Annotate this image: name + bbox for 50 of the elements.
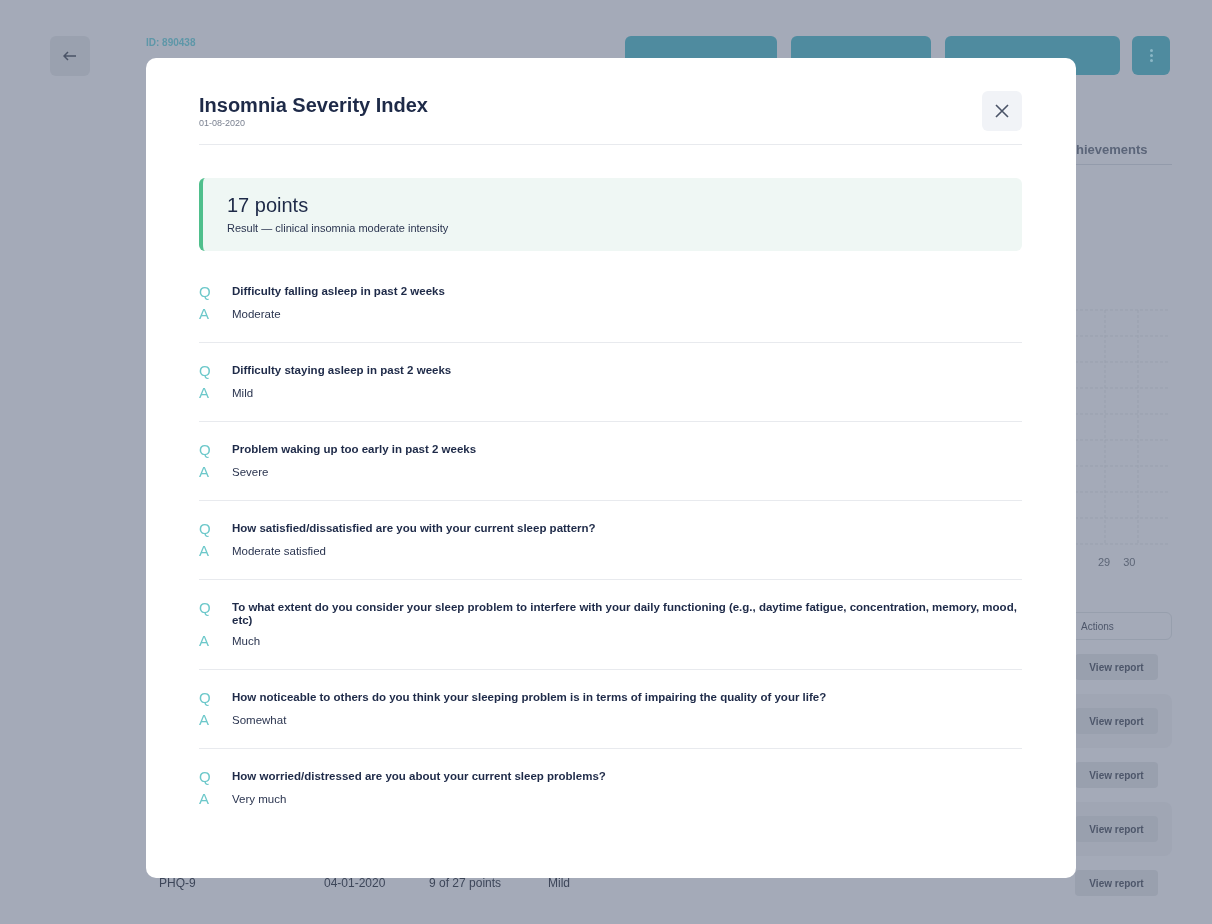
answer-marker: A xyxy=(199,791,210,807)
answer-text: Mild xyxy=(232,386,254,401)
view-report-button[interactable]: View report xyxy=(1075,708,1158,734)
answer-marker: A xyxy=(199,633,210,649)
question-marker: Q xyxy=(199,600,212,616)
question-marker: Q xyxy=(199,363,212,379)
view-report-button[interactable]: View report xyxy=(1075,654,1158,680)
axis-label: 29 xyxy=(1098,556,1111,568)
view-report-button[interactable]: View report xyxy=(1075,870,1158,896)
answer-text: Somewhat xyxy=(232,713,287,728)
question-text: How worried/distressed are you about your current sleep problems? xyxy=(232,770,606,783)
score-text: 17 points xyxy=(227,194,310,217)
question-text: How noticeable to others do you think your sleeping problem is in terms of impairing the quality of your life? xyxy=(232,691,827,704)
result-text: Result — clinical insomnia moderate intensity xyxy=(227,222,450,234)
answer-text: Very much xyxy=(232,792,287,807)
question-marker: Q xyxy=(199,769,212,785)
answer-marker: A xyxy=(199,464,210,480)
view-report-button[interactable]: View report xyxy=(1075,816,1158,842)
table-cell: Mild xyxy=(548,876,570,890)
answer-marker: A xyxy=(199,385,210,401)
close-icon xyxy=(995,104,1009,118)
question-marker: Q xyxy=(199,442,212,458)
answer-marker: A xyxy=(199,712,210,728)
table-cell-text: PHQ-9 xyxy=(159,876,197,890)
close-button[interactable] xyxy=(982,91,1022,131)
answer-text: Moderate satisfied xyxy=(232,544,326,559)
question-marker: Q xyxy=(199,690,212,706)
table-cell-text: 04-01-2020 xyxy=(324,876,387,890)
question-marker: Q xyxy=(199,521,212,537)
tab[interactable]: hievements xyxy=(1076,141,1148,157)
question-text: Problem waking up too early in past 2 weeks xyxy=(232,443,477,456)
kebab-menu-icon xyxy=(1149,49,1153,62)
patient-id: ID: 890438 xyxy=(146,37,197,48)
axis-label: 30 xyxy=(1123,556,1136,568)
answer-marker: A xyxy=(199,306,210,322)
modal-date: 01-08-2020 xyxy=(199,118,247,128)
question-text: Difficulty staying asleep in past 2 weeks xyxy=(232,364,452,377)
modal-title: Insomnia Severity Index xyxy=(199,94,428,117)
question-text: Difficulty falling asleep in past 2 weeks xyxy=(232,285,445,298)
table-cell-text: 9 of 27 points xyxy=(429,876,503,890)
column-header: Actions xyxy=(1081,620,1114,632)
answer-marker: A xyxy=(199,543,210,559)
question-text: How satisfied/dissatisfied are you with your current sleep pattern? xyxy=(232,522,596,535)
arrow-left-icon xyxy=(63,51,77,61)
answer-text: Much xyxy=(232,634,261,649)
answer-text: Severe xyxy=(232,465,269,480)
answer-text: Moderate xyxy=(232,307,281,322)
question-marker: Q xyxy=(199,284,212,300)
view-report-button[interactable]: View report xyxy=(1075,762,1158,788)
question-text: To what extent do you consider your sleep problem to interfere with your daily functioning (e.g., daytime fatigue, concentration, memory, mood, etc) xyxy=(232,601,1018,627)
